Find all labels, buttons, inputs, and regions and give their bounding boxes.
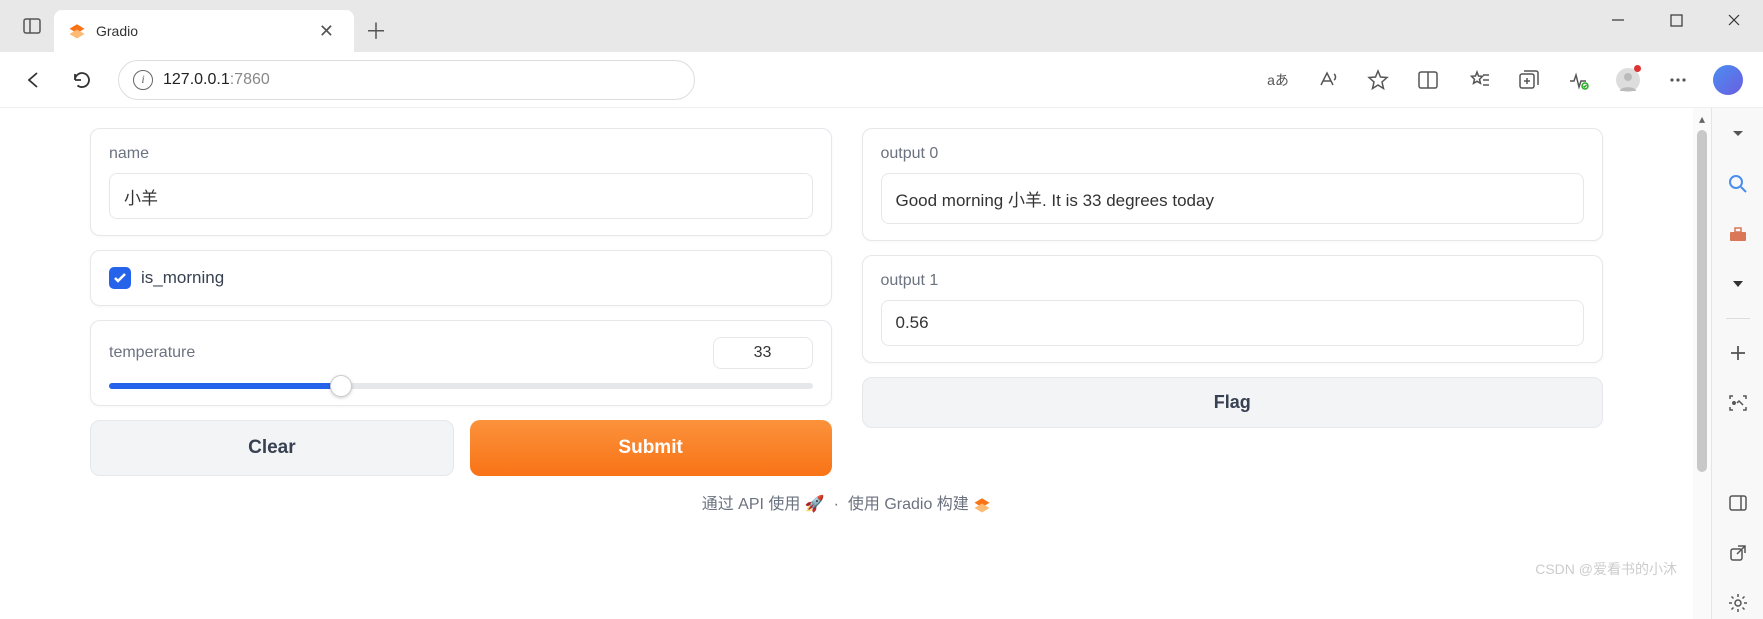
site-info-icon[interactable]: i [133,70,153,90]
scroll-up-icon[interactable]: ▴ [1699,112,1705,126]
browser-tab[interactable]: Gradio ✕ [54,10,354,52]
panel-icon[interactable] [1722,487,1754,519]
name-panel: name [90,128,832,236]
input-column: name is_morning temperature [90,128,832,476]
name-label: name [109,145,813,163]
output1-value: 0.56 [881,300,1585,346]
output1-panel: output 1 0.56 [862,255,1604,363]
clear-button[interactable]: Clear [90,420,454,476]
performance-icon[interactable] [1557,59,1599,101]
url-text: 127.0.0.1:7860 [163,71,270,89]
gradio-link[interactable]: 使用 Gradio 构建 [848,496,969,513]
watermark: CSDN @爱看书的小沐 [1535,559,1677,579]
back-button[interactable] [14,60,54,100]
chevron-down-icon[interactable] [1722,118,1754,150]
page-content: name is_morning temperature [0,108,1693,619]
slider-fill [109,383,341,389]
collections-icon[interactable] [1507,59,1549,101]
temperature-panel: temperature [90,320,832,406]
address-bar[interactable]: i 127.0.0.1:7860 [118,60,695,100]
settings-icon[interactable] [1722,587,1754,619]
search-icon[interactable] [1722,168,1754,200]
external-link-icon[interactable] [1722,537,1754,569]
temperature-slider[interactable] [109,383,813,389]
rocket-icon: 🚀 [805,494,825,514]
submit-button[interactable]: Submit [470,420,832,476]
scroll-thumb[interactable] [1697,130,1707,472]
minimize-button[interactable] [1589,0,1647,40]
profile-icon[interactable] [1607,59,1649,101]
gradio-favicon-icon [68,22,86,40]
translate-icon[interactable]: aあ [1257,59,1299,101]
slider-thumb[interactable] [330,375,352,397]
temperature-value-input[interactable] [713,337,813,369]
is-morning-panel: is_morning [90,250,832,306]
close-window-button[interactable] [1705,0,1763,40]
split-screen-icon[interactable] [1407,59,1449,101]
triangle-down-icon[interactable] [1722,268,1754,300]
scrollbar[interactable]: ▴ [1693,108,1711,619]
output0-value: Good morning 小羊. It is 33 degrees today [881,173,1585,224]
gradio-logo-icon [973,496,991,514]
plus-icon[interactable] [1722,337,1754,369]
toolbox-icon[interactable] [1722,218,1754,250]
favorite-icon[interactable] [1357,59,1399,101]
tab-actions-icon[interactable] [10,0,54,52]
copilot-icon[interactable] [1707,59,1749,101]
api-link[interactable]: 通过 API 使用 [702,496,801,513]
flag-button[interactable]: Flag [862,377,1604,428]
temperature-label: temperature [109,344,195,362]
output0-label: output 0 [881,145,1585,163]
is-morning-label: is_morning [141,268,224,288]
tab-title: Gradio [96,23,303,39]
output-column: output 0 Good morning 小羊. It is 33 degre… [862,128,1604,476]
maximize-button[interactable] [1647,0,1705,40]
more-icon[interactable] [1657,59,1699,101]
screenshot-icon[interactable] [1722,387,1754,419]
output1-label: output 1 [881,272,1585,290]
name-input[interactable] [109,173,813,219]
browser-titlebar: Gradio ✕ ＋ [0,0,1763,52]
output0-panel: output 0 Good morning 小羊. It is 33 degre… [862,128,1604,241]
is-morning-checkbox[interactable] [109,267,131,289]
browser-toolbar: i 127.0.0.1:7860 aあ [0,52,1763,108]
refresh-button[interactable] [62,60,102,100]
close-tab-icon[interactable]: ✕ [313,19,340,44]
footer: 通过 API 使用 🚀 · 使用 Gradio 构建 [90,476,1603,520]
new-tab-button[interactable]: ＋ [354,8,398,52]
read-aloud-icon[interactable] [1307,59,1349,101]
favorites-list-icon[interactable] [1457,59,1499,101]
edge-sidebar [1711,108,1763,619]
